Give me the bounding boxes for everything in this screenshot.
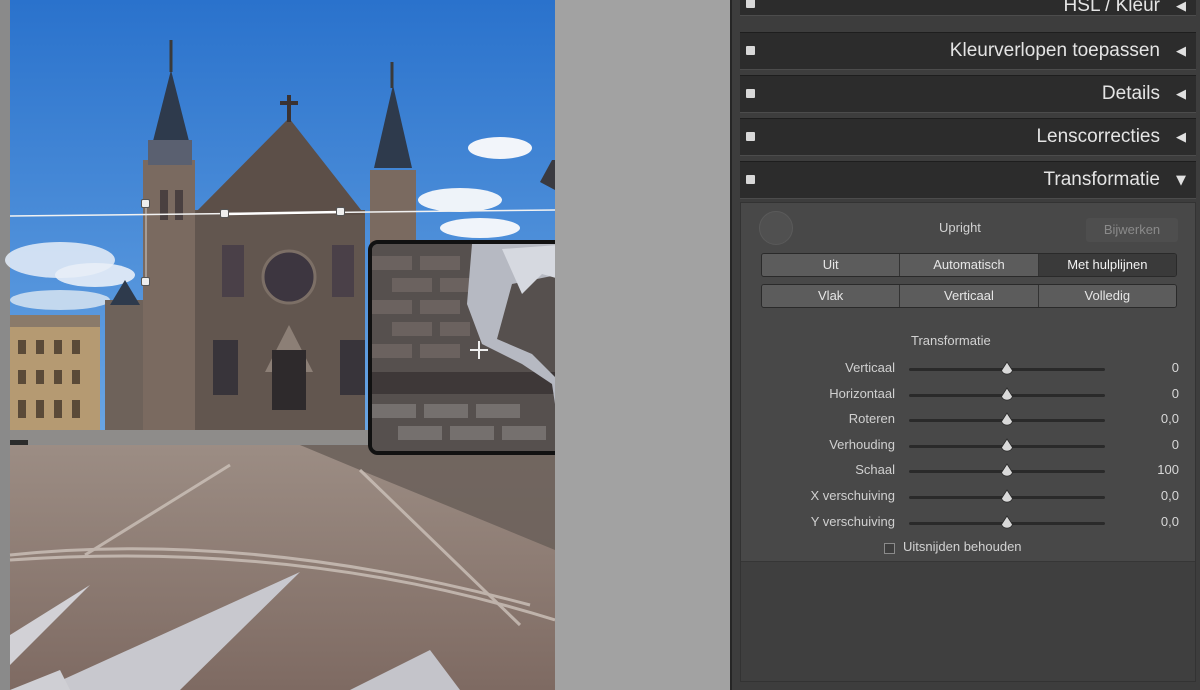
slider-value[interactable]: 0,0 [1161, 514, 1179, 529]
slider-value[interactable]: 0 [1172, 360, 1179, 375]
upright-vertical-button[interactable]: Verticaal [900, 285, 1039, 307]
section-title: HSL / Kleur [1063, 0, 1160, 16]
slider-label: Horizontaal [829, 385, 895, 401]
triangle-left-icon: ◀ [1176, 130, 1186, 145]
guide-handle[interactable] [220, 209, 229, 218]
triangle-left-icon: ◀ [1176, 0, 1186, 14]
guide-handle[interactable] [141, 199, 150, 208]
section-toggle-switch[interactable] [746, 89, 755, 98]
upright-guided-button[interactable]: Met hulplijnen [1038, 254, 1176, 276]
photo-canvas[interactable] [0, 0, 555, 690]
slider-thumb-icon[interactable] [1000, 412, 1014, 428]
slider-row-horizontaal: Horizontaal 0 [741, 383, 1197, 407]
develop-panel: HSL / Kleur ◀ Kleurverlopen toepassen ◀ … [730, 0, 1200, 690]
upright-level-button[interactable]: Vlak [762, 285, 901, 307]
section-toggle-switch[interactable] [746, 175, 755, 184]
section-header-transformatie[interactable]: Transformatie ▼ [740, 161, 1196, 199]
slider-row-verticaal: Verticaal 0 [741, 357, 1197, 381]
update-button[interactable]: Bijwerken [1086, 218, 1178, 242]
slider-label: Y verschuiving [810, 513, 895, 529]
slider-thumb-icon[interactable] [1000, 489, 1014, 505]
upright-off-button[interactable]: Uit [762, 254, 901, 276]
section-toggle-switch[interactable] [746, 132, 755, 141]
section-toggle-switch[interactable] [746, 46, 755, 55]
slider-label: Roteren [848, 411, 895, 427]
section-header-hsl[interactable]: HSL / Kleur ◀ [740, 0, 1196, 16]
slider-value[interactable]: 0,0 [1161, 411, 1179, 426]
slider-label: Verhouding [829, 436, 895, 452]
upright-full-button[interactable]: Volledig [1038, 285, 1176, 307]
slider-thumb-icon[interactable] [1000, 463, 1014, 479]
section-header-details[interactable]: Details ◀ [740, 75, 1196, 113]
upright-target-tool[interactable] [759, 211, 793, 245]
slider-thumb-icon[interactable] [1000, 361, 1014, 377]
slider-row-roteren: Roteren 0,0 [741, 408, 1197, 432]
upright-auto-button[interactable]: Automatisch [900, 254, 1039, 276]
section-header-kleurverlopen[interactable]: Kleurverlopen toepassen ◀ [740, 32, 1196, 70]
guide-handle[interactable] [336, 207, 345, 216]
section-header-lenscorrecties[interactable]: Lenscorrecties ◀ [740, 118, 1196, 156]
section-title: Kleurverlopen toepassen [949, 40, 1160, 61]
slider-value[interactable]: 100 [1157, 462, 1179, 477]
slider-thumb-icon[interactable] [1000, 438, 1014, 454]
triangle-left-icon: ◀ [1176, 87, 1186, 102]
slider-thumb-icon[interactable] [1000, 386, 1014, 403]
transform-subheading: Transformatie [911, 333, 991, 348]
canvas-background [555, 0, 730, 690]
upright-mode-row-2: Vlak Verticaal Volledig [761, 284, 1177, 308]
section-title: Transformatie [1043, 169, 1161, 190]
slider-label: Schaal [855, 462, 895, 478]
section-title: Details [1101, 83, 1160, 104]
section-toggle-switch[interactable] [746, 0, 755, 8]
slider-value[interactable]: 0 [1172, 386, 1179, 401]
triangle-down-icon: ▼ [1176, 173, 1186, 188]
slider-label: X verschuiving [810, 488, 895, 503]
triangle-left-icon: ◀ [1176, 44, 1186, 59]
upright-label: Upright [939, 220, 981, 235]
slider-value[interactable]: 0,0 [1161, 488, 1179, 503]
guide-handle[interactable] [141, 277, 150, 286]
slider-value[interactable]: 0 [1172, 437, 1179, 452]
crosshair-icon [470, 341, 488, 359]
slider-row-schaal: Schaal 100 [741, 459, 1197, 483]
section-title: Lenscorrecties [1036, 126, 1160, 147]
keep-crop-label: Uitsnijden behouden [903, 539, 1022, 554]
slider-row-x-verschuiving: X verschuiving 0,0 [741, 485, 1197, 509]
panel-empty-area [741, 561, 1195, 681]
upright-mode-row-1: Uit Automatisch Met hulplijnen [761, 253, 1177, 277]
slider-row-verhouding: Verhouding 0 [741, 434, 1197, 458]
slider-label: Verticaal [845, 360, 895, 375]
keep-crop-checkbox[interactable] [884, 543, 895, 554]
transform-section-body: Upright Bijwerken Uit Automatisch Met hu… [740, 202, 1196, 682]
magnifier-loupe[interactable] [368, 240, 555, 455]
slider-thumb-icon[interactable] [1000, 514, 1014, 531]
loupe-zoom-image [372, 244, 555, 451]
slider-row-y-verschuiving: Y verschuiving 0,0 [741, 511, 1197, 535]
